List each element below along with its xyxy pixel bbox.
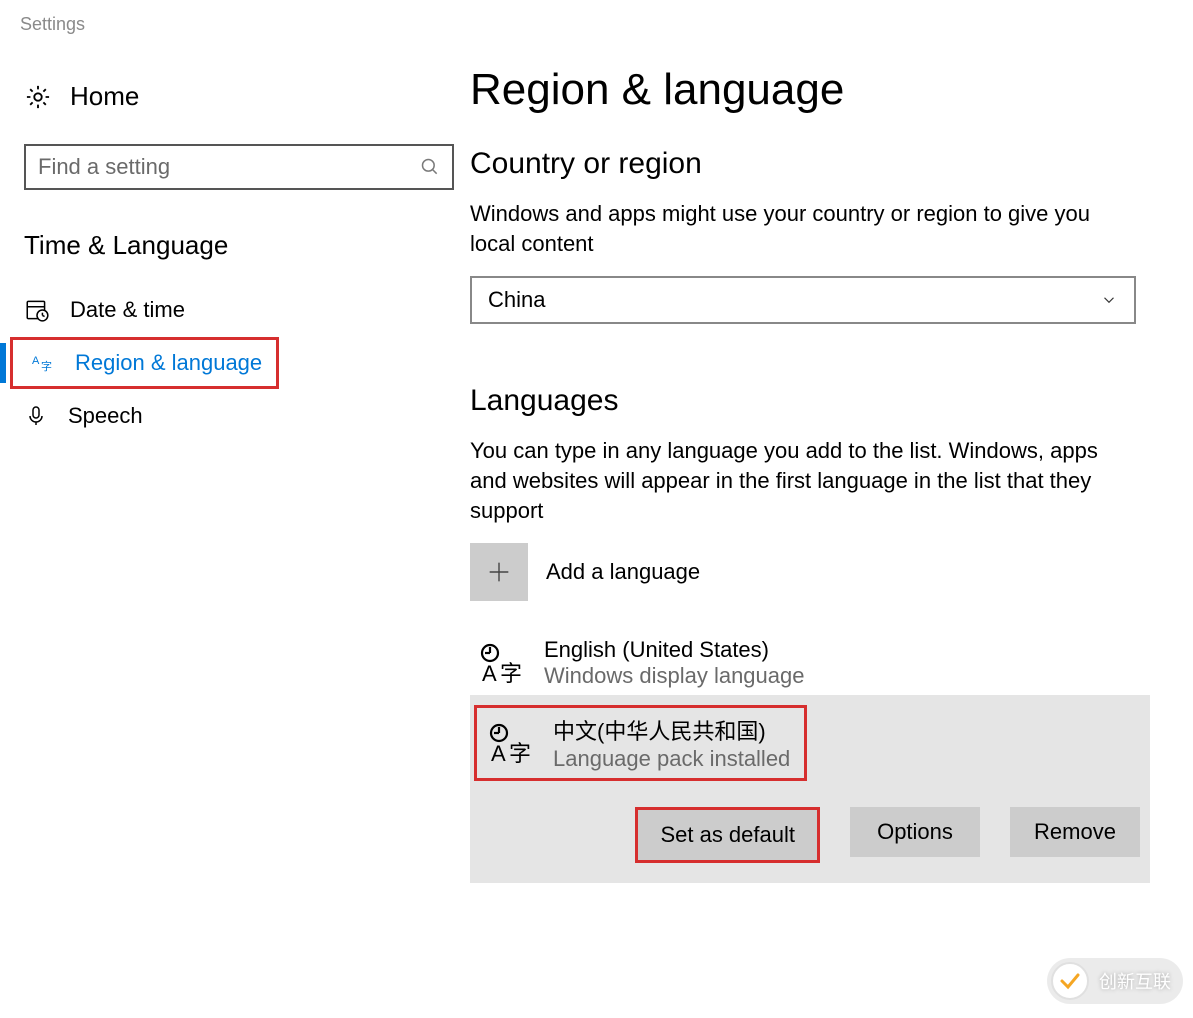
svg-text:字: 字 <box>509 741 531 765</box>
highlight-box: A 字 中文(中华人民共和国) Language pack installed <box>474 705 807 781</box>
add-language-button[interactable]: Add a language <box>470 543 1183 601</box>
search-icon <box>420 157 440 177</box>
plus-icon <box>470 543 528 601</box>
watermark-text: 创新互联 <box>1099 968 1171 994</box>
set-default-button[interactable]: Set as default <box>638 810 817 860</box>
language-icon: A 字 <box>31 351 55 375</box>
language-item-chinese-selected: A 字 中文(中华人民共和国) Language pack installed … <box>470 695 1150 883</box>
search-input[interactable] <box>24 144 454 190</box>
nav-group-header: Time & Language <box>0 230 470 283</box>
gear-icon <box>24 83 52 111</box>
add-language-label: Add a language <box>546 559 700 585</box>
home-button[interactable]: Home <box>0 71 470 122</box>
sidebar-item-region-language[interactable]: A 字 Region & language <box>0 337 470 389</box>
country-selected-value: China <box>488 287 545 313</box>
language-glyph-icon: A 字 <box>474 641 526 685</box>
country-heading: Country or region <box>470 147 1183 181</box>
window-title: Settings <box>0 0 1193 43</box>
language-glyph-icon: A 字 <box>483 721 535 765</box>
svg-text:A: A <box>491 741 506 765</box>
sidebar: Home Time & Language <box>0 43 470 1011</box>
languages-description: You can type in any language you add to … <box>470 436 1130 525</box>
country-description: Windows and apps might use your country … <box>470 199 1130 258</box>
language-item-chinese[interactable]: A 字 中文(中华人民共和国) Language pack installed <box>483 714 790 772</box>
languages-heading: Languages <box>470 384 1183 418</box>
sidebar-item-label: Speech <box>68 403 143 429</box>
sidebar-item-date-time[interactable]: Date & time <box>0 283 470 337</box>
options-button[interactable]: Options <box>850 807 980 857</box>
watermark-logo-icon <box>1051 962 1089 1000</box>
highlight-box: A 字 Region & language <box>10 337 279 389</box>
sidebar-item-speech[interactable]: Speech <box>0 389 470 443</box>
language-name: 中文(中华人民共和国) <box>553 714 790 746</box>
chevron-down-icon <box>1100 291 1118 309</box>
search-field[interactable] <box>38 154 420 180</box>
country-dropdown[interactable]: China <box>470 276 1136 324</box>
svg-text:字: 字 <box>41 359 52 373</box>
svg-text:字: 字 <box>500 661 522 685</box>
sidebar-item-label: Region & language <box>75 350 262 376</box>
remove-button[interactable]: Remove <box>1010 807 1140 857</box>
sidebar-item-label: Date & time <box>70 297 185 323</box>
language-item-english[interactable]: A 字 English (United States) Windows disp… <box>470 631 1183 695</box>
svg-text:A: A <box>482 661 497 685</box>
page-title: Region & language <box>470 65 1183 115</box>
svg-text:A: A <box>32 355 40 367</box>
highlight-box: Set as default <box>635 807 820 863</box>
language-sub: Windows display language <box>544 663 805 689</box>
content: Region & language Country or region Wind… <box>470 43 1193 1011</box>
home-label: Home <box>70 81 139 112</box>
language-sub: Language pack installed <box>553 746 790 772</box>
calendar-clock-icon <box>24 297 50 323</box>
language-name: English (United States) <box>544 637 805 663</box>
language-action-row: Set as default Options Remove <box>480 781 1140 863</box>
watermark: 创新互联 <box>1047 958 1183 1004</box>
microphone-icon <box>24 404 48 428</box>
